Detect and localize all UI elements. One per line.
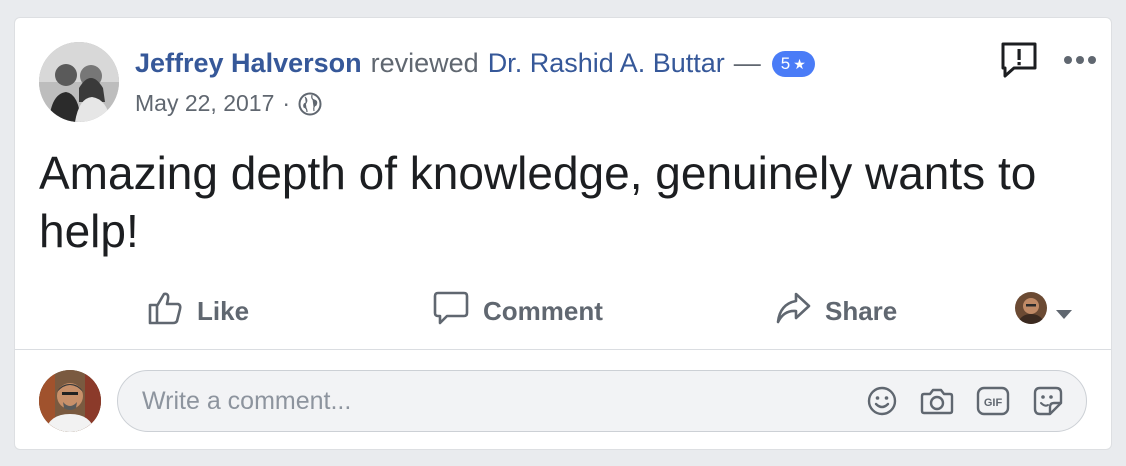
- star-icon: ★: [793, 55, 806, 72]
- review-target-link[interactable]: Dr. Rashid A. Buttar: [488, 48, 725, 79]
- comment-button[interactable]: Comment: [433, 286, 603, 336]
- post-date[interactable]: May 22, 2017: [135, 90, 274, 117]
- feedback-icon[interactable]: [999, 40, 1039, 80]
- meta-separator: ·: [282, 90, 291, 116]
- gif-icon[interactable]: GIF: [976, 385, 1010, 417]
- selected-profile-avatar: [1015, 291, 1047, 331]
- react-as-selector[interactable]: [1015, 286, 1073, 336]
- current-user-avatar[interactable]: [39, 370, 101, 432]
- post-top-actions: [999, 40, 1097, 80]
- review-text: Amazing depth of knowledge, genuinely wa…: [39, 147, 1037, 257]
- rating-value: 5: [780, 53, 791, 73]
- share-label: Share: [825, 295, 898, 326]
- globe-icon[interactable]: [298, 92, 322, 116]
- chevron-down-icon: [1055, 296, 1073, 327]
- share-button[interactable]: Share: [775, 286, 897, 336]
- emoji-icon[interactable]: [866, 385, 898, 417]
- author-name[interactable]: Jeffrey Halverson: [135, 48, 362, 79]
- share-icon: [775, 290, 811, 333]
- divider: [15, 349, 1111, 350]
- composer-tools: GIF: [866, 385, 1086, 417]
- action-text: reviewed: [370, 48, 479, 78]
- post-header: Jeffrey Halverson reviewed Dr. Rashid A.…: [135, 48, 815, 79]
- like-button[interactable]: Like: [147, 286, 249, 336]
- more-options-icon[interactable]: [1063, 55, 1097, 65]
- svg-text:GIF: GIF: [984, 397, 1003, 409]
- like-label: Like: [197, 295, 250, 326]
- comment-icon: [433, 290, 469, 333]
- like-icon: [147, 290, 183, 333]
- comment-composer: GIF: [117, 370, 1087, 432]
- comment-label: Comment: [483, 295, 603, 326]
- rating-badge[interactable]: 5 ★: [771, 50, 815, 77]
- post-action-bar: Like Comment Share: [15, 286, 1111, 336]
- post-meta: May 22, 2017 ·: [135, 90, 322, 117]
- dash: —: [733, 48, 761, 78]
- author-avatar[interactable]: [39, 42, 119, 122]
- sticker-icon[interactable]: [1032, 385, 1064, 417]
- camera-icon[interactable]: [920, 385, 954, 417]
- review-post-card: Jeffrey Halverson reviewed Dr. Rashid A.…: [14, 17, 1112, 450]
- comment-input[interactable]: [140, 385, 866, 417]
